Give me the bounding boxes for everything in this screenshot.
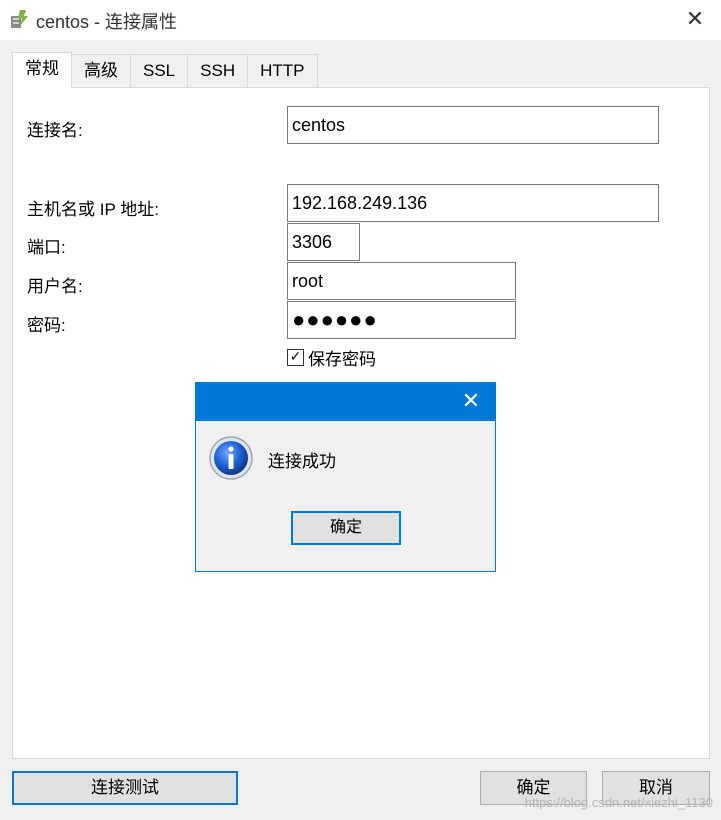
password-label: 密码: [27, 316, 66, 335]
connection-name-input[interactable]: centos [287, 106, 659, 144]
save-password-label: 保存密码 [308, 350, 376, 369]
title-bar: centos - 连接属性 ✕ [0, 0, 721, 40]
host-input[interactable]: 192.168.249.136 [287, 184, 659, 222]
tab-general[interactable]: 常规 [12, 52, 72, 88]
window-title: centos - 连接属性 [36, 12, 178, 32]
message-box-title-bar: ✕ [196, 383, 495, 421]
message-box: ✕ 连接成功 确定 [195, 382, 496, 572]
tab-ssl[interactable]: SSL [130, 54, 189, 88]
tab-http[interactable]: HTTP [247, 54, 318, 88]
close-icon[interactable]: ✕ [681, 6, 709, 34]
watermark: https://blog.csdn.net/xiezhi_1130 [524, 795, 713, 810]
connection-app-icon [11, 10, 28, 28]
host-label: 主机名或 IP 地址: [27, 200, 159, 219]
tab-strip: 常规 高级 SSL SSH HTTP [12, 52, 318, 88]
port-label: 端口: [27, 238, 66, 257]
password-input[interactable]: ●●●●●● [287, 301, 516, 339]
username-input[interactable]: root [287, 262, 516, 300]
tab-ssh[interactable]: SSH [187, 54, 249, 88]
info-icon [209, 436, 253, 480]
message-ok-button[interactable]: 确定 [291, 511, 401, 545]
close-icon[interactable]: ✕ [457, 388, 485, 416]
message-box-body: 连接成功 确定 [196, 421, 495, 571]
message-text: 连接成功 [268, 452, 336, 471]
username-label: 用户名: [27, 277, 83, 296]
save-password-row[interactable]: ✓ 保存密码 [287, 345, 376, 370]
connection-name-label: 连接名: [27, 121, 83, 140]
test-connection-button[interactable]: 连接测试 [12, 771, 238, 805]
save-password-checkbox[interactable]: ✓ [287, 349, 304, 366]
port-input[interactable]: 3306 [287, 223, 360, 261]
tab-advanced[interactable]: 高级 [71, 54, 131, 88]
